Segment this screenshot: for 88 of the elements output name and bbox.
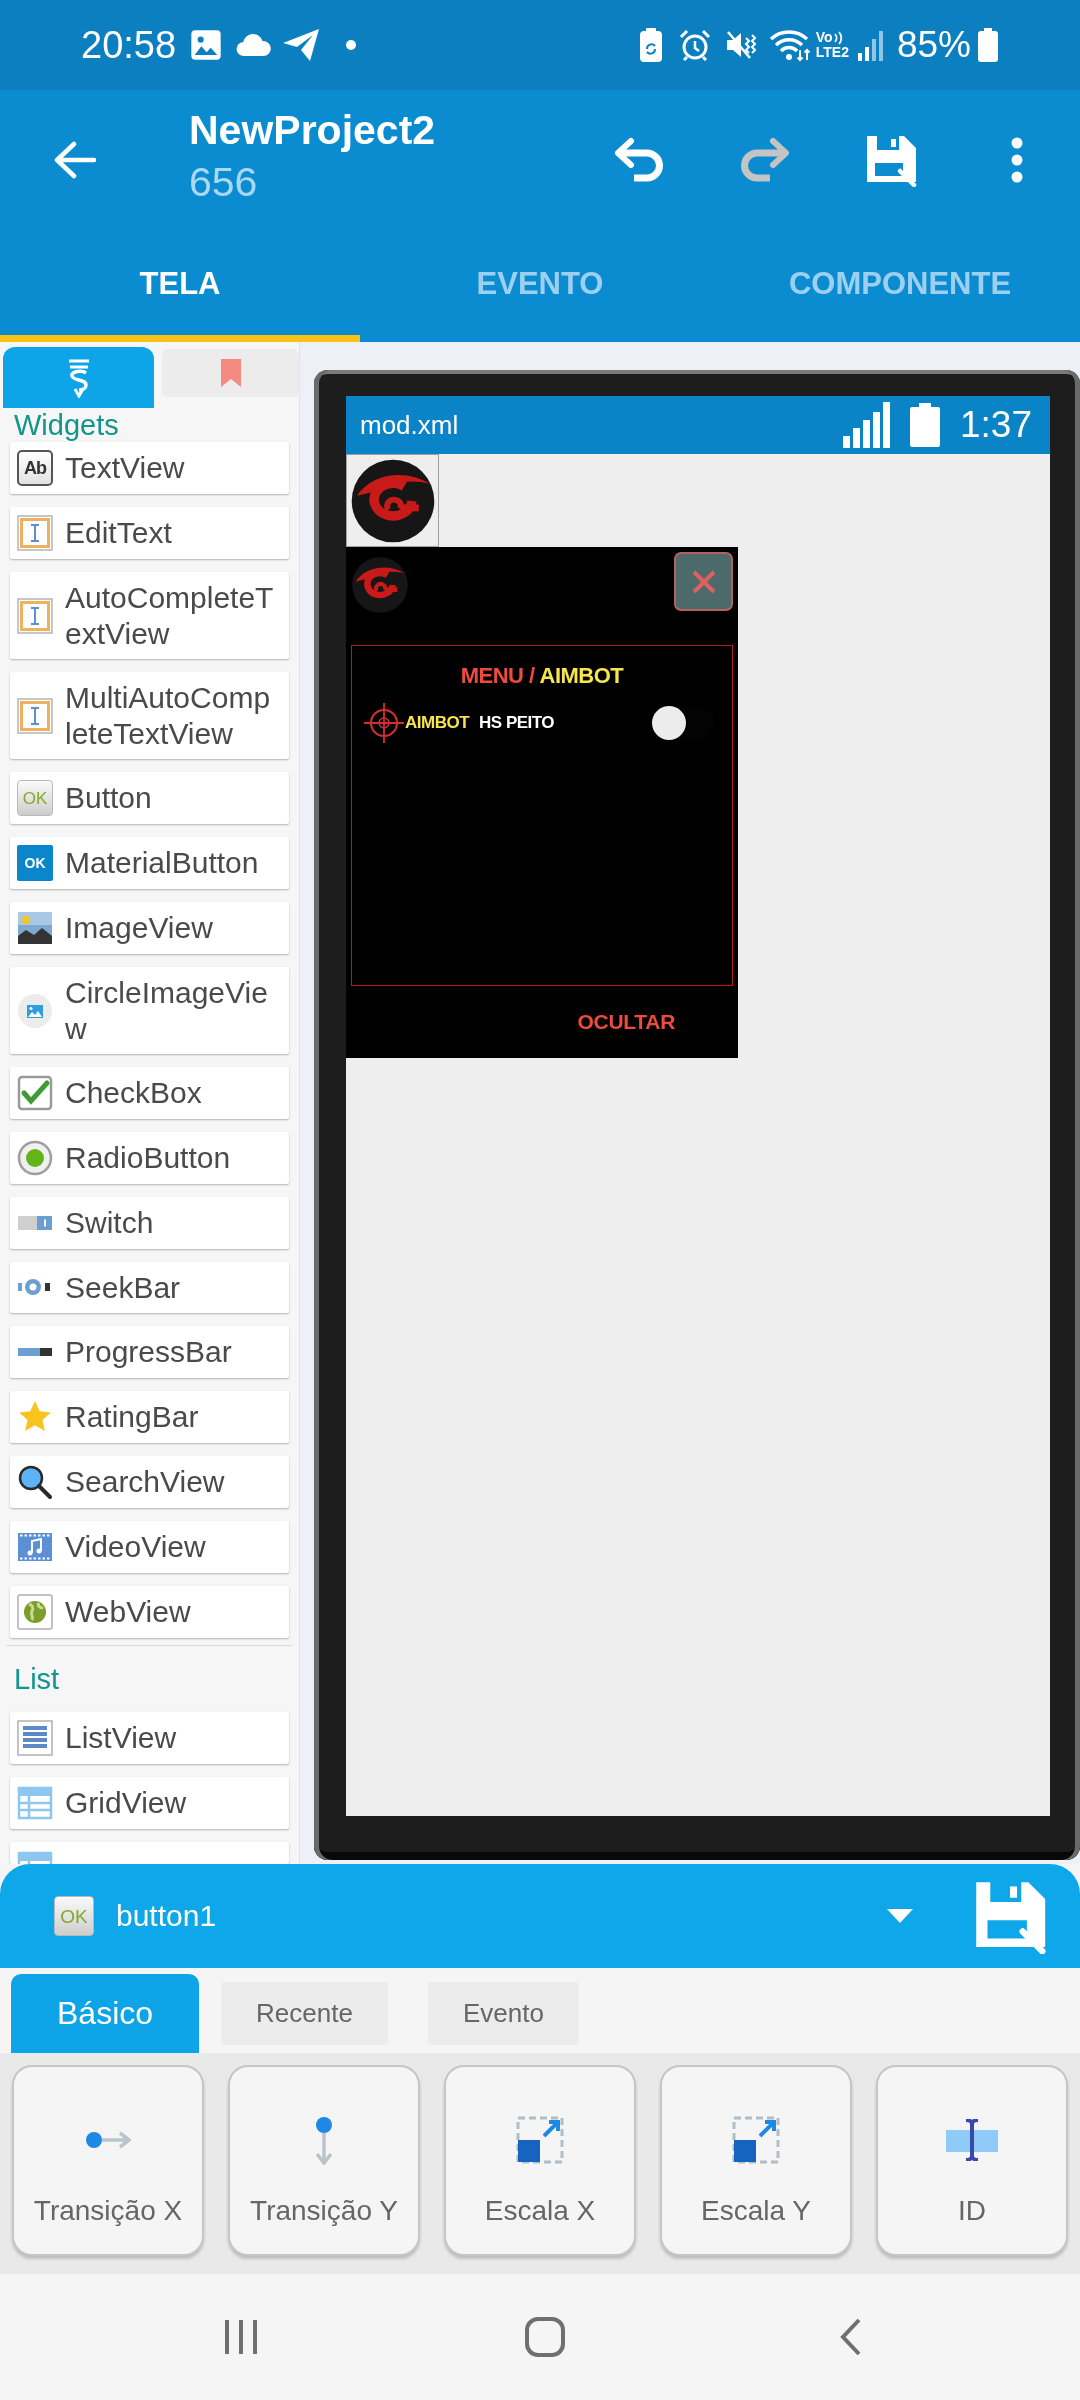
cloud-icon: [235, 33, 274, 57]
grid-icon: [17, 1784, 53, 1821]
home-icon[interactable]: [524, 2316, 566, 2358]
property-button[interactable]: Escala Y: [660, 2065, 852, 2256]
screen-title: mod.xml: [360, 409, 459, 441]
ok-button-icon: OK: [54, 1896, 94, 1936]
dropdown-caret-icon[interactable]: [886, 1908, 914, 1924]
ok-button-icon: OK: [17, 780, 53, 816]
palette-item[interactable]: ImageView: [10, 902, 289, 954]
component-name: button1: [116, 1899, 217, 1933]
status-time: 20:58: [81, 23, 177, 67]
signal-icon: [843, 402, 893, 448]
notification-dot-icon: [346, 40, 357, 50]
resize-icon: [516, 2116, 564, 2164]
palette-item[interactable]: OK MaterialButton: [10, 837, 289, 889]
property-button[interactable]: ID: [876, 2065, 1068, 2256]
section-header: List: [6, 1644, 293, 1712]
dot-arrow-down-icon: [314, 2115, 334, 2165]
gallery-icon: [190, 29, 223, 61]
checkbox-icon: [17, 1075, 53, 1111]
resize-icon: [732, 2116, 780, 2164]
widgets-tab[interactable]: [3, 347, 155, 408]
signal-icon: [856, 29, 885, 61]
project-title: NewProject2: [189, 107, 437, 153]
circle-image-icon: [17, 992, 53, 1029]
save-icon[interactable]: [864, 133, 918, 187]
palette-item[interactable]: OK Button: [10, 772, 289, 824]
text-view-icon: Ab: [17, 450, 53, 486]
text-field-icon: [17, 597, 53, 634]
switch-icon: [17, 1214, 53, 1231]
alarm-icon: [678, 29, 711, 61]
property-button[interactable]: Transição Y: [228, 2065, 420, 2256]
material-ok-button-icon: OK: [17, 845, 53, 881]
dot-arrow-right-icon: [85, 2130, 131, 2150]
palette-item[interactable]: ProgressBar: [10, 1326, 289, 1378]
close-icon: [690, 568, 717, 595]
radio-button-icon: [17, 1140, 53, 1176]
menu-title: MENU / AIMBOT: [459, 662, 625, 690]
back-arrow-icon[interactable]: [52, 140, 96, 180]
search-icon: [17, 1463, 53, 1500]
palette-item[interactable]: AutoCompleteTextView: [10, 572, 289, 659]
battery-saver-icon: [638, 28, 663, 62]
option-label: AIMBOT: [405, 713, 470, 733]
bookmark-icon: [219, 358, 242, 388]
project-subtitle: 656: [189, 159, 259, 205]
paper-plane-icon: [282, 28, 321, 62]
more-options-icon[interactable]: [1011, 137, 1023, 183]
text-cursor-icon: [945, 2119, 999, 2161]
palette-item[interactable]: CircleImageView: [10, 967, 289, 1054]
landscape-image-icon: [17, 910, 53, 946]
crosshair-icon: [363, 702, 405, 744]
palette-item[interactable]: EditText: [10, 507, 289, 559]
palette-item[interactable]: Ab TextView: [10, 442, 289, 494]
text-field-icon: [17, 515, 53, 551]
palette-item[interactable]: SeekBar: [10, 1261, 289, 1313]
option-value: HS PEITO: [479, 713, 555, 733]
progress-bar-icon: [17, 1346, 53, 1357]
swirl-logo-icon: [351, 556, 409, 614]
battery-icon: [910, 403, 940, 447]
palette-item[interactable]: Switch: [10, 1197, 289, 1249]
battery-icon: [977, 28, 999, 62]
battery-percentage: 85%: [896, 24, 971, 66]
hide-button[interactable]: OCULTAR: [577, 1010, 675, 1034]
list-icon: [17, 1719, 53, 1756]
palette-item[interactable]: CheckBox: [10, 1067, 289, 1119]
wifi-icon: [768, 28, 811, 62]
section-header: Widgets: [13, 408, 120, 442]
property-tab[interactable]: Evento: [427, 1982, 579, 2045]
palette-item[interactable]: ListView: [10, 1711, 289, 1764]
palette-item[interactable]: RadioButton: [10, 1132, 289, 1184]
palette-item[interactable]: MultiAutoCompleteTextView: [10, 672, 289, 759]
palette-item[interactable]: SearchView: [10, 1455, 289, 1508]
undo-icon[interactable]: [612, 136, 666, 184]
text-field-icon: [17, 697, 53, 734]
palette-item[interactable]: RatingBar: [10, 1390, 289, 1443]
network-type-indicator: Vo LTE2: [815, 30, 849, 60]
bookmarks-tab[interactable]: [162, 349, 299, 397]
screen-clock: 1:37: [960, 404, 1032, 446]
property-tab[interactable]: Recente: [221, 1982, 388, 2045]
slider-icon: [17, 1278, 53, 1297]
globe-icon: [17, 1593, 53, 1630]
back-icon[interactable]: [839, 2317, 863, 2357]
property-button[interactable]: Escala X: [444, 2065, 636, 2256]
property-button[interactable]: Transição X: [12, 2065, 204, 2256]
palette-item[interactable]: VideoView: [10, 1520, 289, 1573]
palette-item[interactable]: WebView: [10, 1585, 289, 1638]
muted-speaker-icon: [724, 30, 757, 60]
palette-item[interactable]: GridView: [10, 1776, 289, 1829]
